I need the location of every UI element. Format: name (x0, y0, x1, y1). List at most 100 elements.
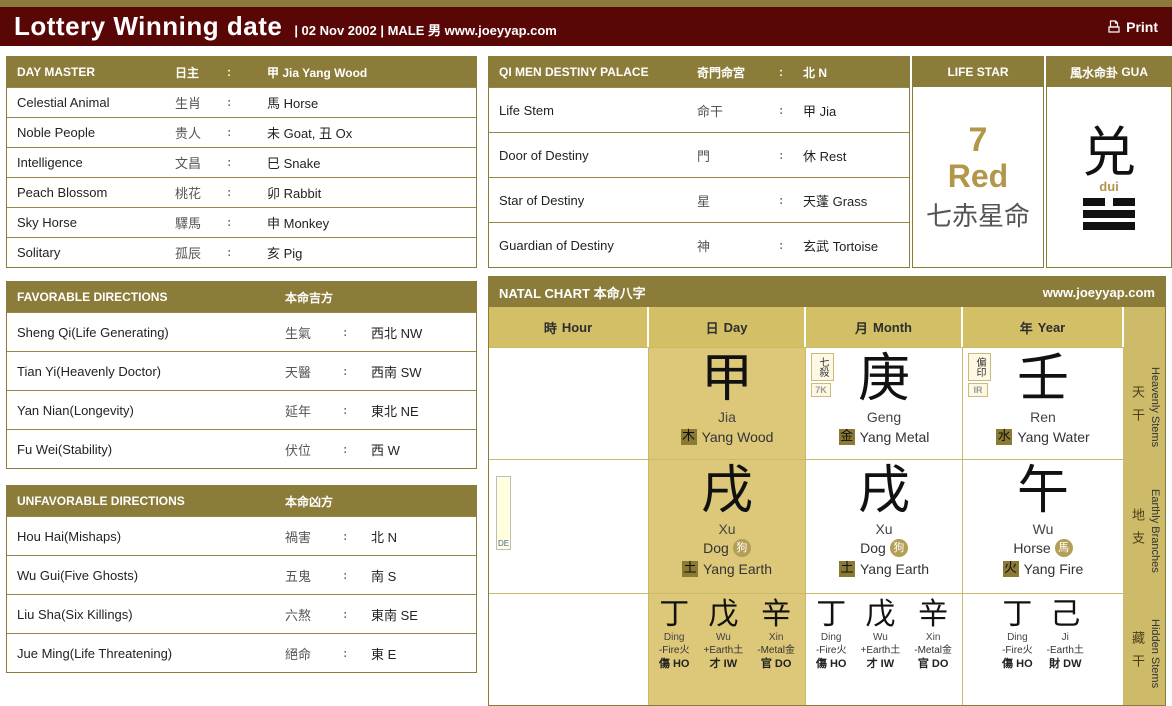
colon: : (343, 364, 371, 379)
hidden-pinyin: Wu (873, 632, 888, 644)
colon: : (227, 185, 267, 200)
hidden-character: 丁 (1002, 598, 1032, 632)
section-title: GUA (1121, 65, 1148, 79)
earthly-branches-row: DE 戌 Xu Dog狗 土Yang Earth 戌 Xu Dog狗 土Yang… (489, 459, 1165, 593)
printer-icon (1107, 20, 1121, 34)
row-label: Tian Yi(Heavenly Doctor) (7, 364, 285, 379)
column-header-year: 年 Year (963, 307, 1124, 347)
row-value: 東北 NE (371, 401, 476, 420)
row-value: 西南 SW (371, 362, 476, 381)
hidden-polarity: -Fire火 (1002, 644, 1033, 657)
row-label-cn: 天醫 (285, 362, 343, 381)
row-label: Solitary (7, 245, 175, 260)
hidden-stem: 丁 Ding -Fire火 傷 HO (1002, 598, 1033, 672)
row-label: Liu Sha(Six Killings) (7, 607, 285, 622)
branch-month-cell: 戌 Xu Dog狗 土Yang Earth (806, 459, 963, 593)
row-label-cn: 延年 (285, 401, 343, 420)
stems-side-label: 天干 Heavenly Stems (1124, 347, 1165, 459)
animal-badge: 狗 (733, 539, 751, 557)
section-title-cn: 風水命卦 (1070, 64, 1118, 81)
unfavorable-header: UNFAVORABLE DIRECTIONS 本命凶方 (7, 486, 476, 516)
col-en: Day (724, 320, 748, 335)
main-content: DAY MASTER 日主 : 甲 Jia Yang Wood Celestia… (0, 46, 1172, 706)
row-label-cn: 禍害 (285, 527, 343, 546)
row-label-cn: 孤辰 (175, 243, 227, 262)
hidden-pinyin: Ding (1007, 632, 1028, 644)
element-badge: 木 (681, 429, 697, 445)
stem-pinyin: Ren (1030, 408, 1056, 426)
favorable-directions-table: FAVORABLE DIRECTIONS 本命吉方 Sheng Qi(Life … (6, 281, 477, 469)
row-value: 申 Monkey (267, 213, 476, 232)
table-row: Yan Nian(Longevity) 延年 : 東北 NE (7, 390, 476, 429)
life-star-color: Red (948, 158, 1008, 194)
hidden-stem: 戊 Wu +Earth土 才 IW (704, 598, 744, 672)
section-title-cn: 本命吉方 (285, 289, 343, 306)
ten-god-badge: 偏印 IR (968, 353, 988, 397)
row-label: Sky Horse (7, 215, 175, 230)
hidden-side-label: 藏干 Hidden Stems (1124, 593, 1165, 705)
table-row: Tian Yi(Heavenly Doctor) 天醫 : 西南 SW (7, 351, 476, 390)
colon: : (227, 65, 267, 79)
colon: : (343, 325, 371, 340)
col-en: Year (1038, 320, 1065, 335)
row-label: Celestial Animal (7, 95, 175, 110)
row-label-cn: 星 (697, 191, 779, 210)
row-value: 馬 Horse (267, 93, 476, 112)
gua-panel: 風水命卦 GUA 兑 dui (1046, 56, 1172, 268)
site-url: www.joeyyap.com (1043, 285, 1155, 300)
animal-label: Horse (1013, 538, 1050, 558)
table-row: Celestial Animal 生肖 : 馬 Horse (7, 87, 476, 117)
gua-character: 兑 (1082, 125, 1136, 181)
section-title-cn: 本命凶方 (285, 493, 343, 510)
row-label-cn: 桃花 (175, 183, 227, 202)
row-label: Door of Destiny (489, 148, 697, 163)
row-label: Sheng Qi(Life Generating) (7, 325, 285, 340)
section-title: UNFAVORABLE DIRECTIONS (7, 494, 285, 508)
section-title: FAVORABLE DIRECTIONS (7, 290, 285, 304)
colon: : (779, 148, 803, 163)
print-button[interactable]: Print (1107, 19, 1158, 35)
hidden-polarity: -Metal金 (914, 644, 952, 657)
colon: : (227, 215, 267, 230)
stem-pinyin: Jia (718, 408, 736, 426)
ten-god-cn: 偏印 (968, 353, 991, 381)
table-row: Jue Ming(Life Threatening) 絕命 : 東 E (7, 633, 476, 672)
hidden-pinyin: Xin (769, 632, 783, 644)
qimen-value: 北 N (803, 64, 909, 81)
col-en: Hour (562, 320, 592, 335)
ten-god-abbr: IR (968, 383, 988, 397)
branch-pinyin: Wu (1033, 520, 1054, 538)
natal-column-headers: 時 Hour 日 Day 月 Month 年 Year (489, 307, 1165, 347)
element-badge: 土 (682, 561, 698, 577)
stem-character: 壬 (1017, 350, 1069, 408)
branch-year-cell: 午 Wu Horse馬 火Yang Fire (963, 459, 1124, 593)
life-star-header: LIFE STAR (913, 57, 1043, 87)
row-value: 巳 Snake (267, 153, 476, 172)
branch-hour-cell: DE (489, 459, 649, 593)
col-cn: 月 (855, 318, 868, 337)
animal-label: Dog (703, 538, 729, 558)
column-header-month: 月 Month (806, 307, 963, 347)
colon: : (343, 568, 371, 583)
side-label-cn: 天干 (1127, 385, 1146, 431)
hidden-pinyin: Xin (926, 632, 940, 644)
column-header-spacer (1124, 307, 1165, 347)
col-cn: 年 (1020, 318, 1033, 337)
stem-character: 庚 (858, 350, 910, 408)
hidden-stem: 辛 Xin -Metal金 官 DO (914, 598, 952, 672)
element-badge: 土 (839, 561, 855, 577)
hidden-character: 辛 (918, 598, 948, 632)
life-star-panel: LIFE STAR 7 Red 七赤星命 (912, 56, 1044, 268)
hidden-pinyin: Ding (821, 632, 842, 644)
life-star-number: 7 (969, 122, 988, 158)
row-label: Hou Hai(Mishaps) (7, 529, 285, 544)
col-cn: 日 (706, 318, 719, 337)
column-header-day: 日 Day (649, 307, 806, 347)
row-value: 南 S (371, 566, 476, 585)
stem-day-cell: 甲 Jia 木Yang Wood (649, 347, 806, 459)
table-row: Fu Wei(Stability) 伏位 : 西 W (7, 429, 476, 468)
de-label: DE (498, 539, 509, 548)
hidden-stem: 辛 Xin -Metal金 官 DO (757, 598, 795, 672)
row-label-cn: 生肖 (175, 93, 227, 112)
colon: : (227, 245, 267, 260)
